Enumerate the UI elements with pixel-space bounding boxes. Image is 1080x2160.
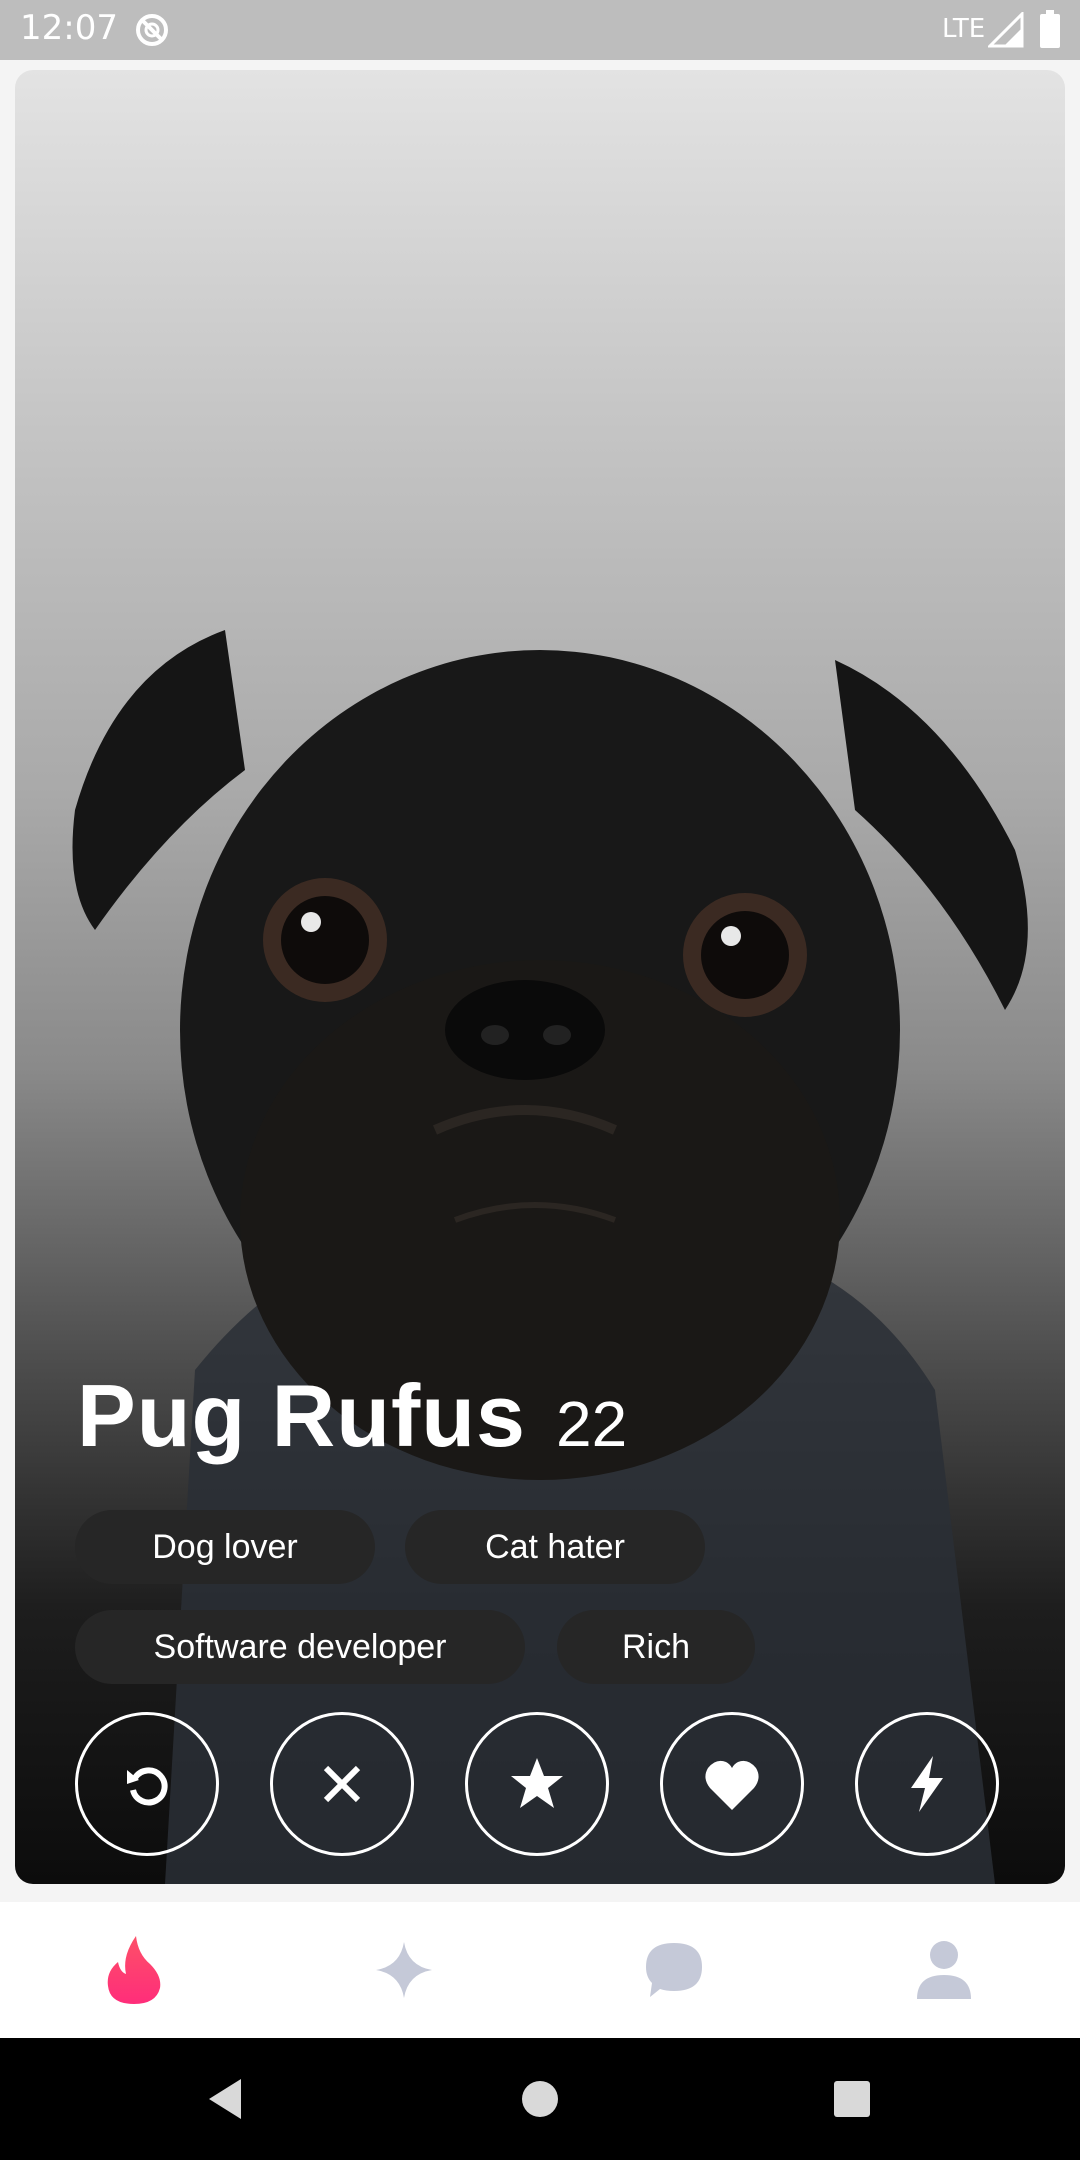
boost-button[interactable]	[855, 1712, 999, 1856]
home-circle-icon	[522, 2081, 558, 2117]
back-icon	[209, 2079, 241, 2119]
tag-chip: Rich	[557, 1610, 755, 1684]
name-row: Pug Rufus 22	[77, 1365, 627, 1467]
profile-name: Pug Rufus	[77, 1366, 526, 1465]
bottom-nav	[0, 1902, 1080, 2038]
nav-home[interactable]	[94, 1930, 174, 2010]
signal-icon	[988, 12, 1024, 48]
profile-age: 22	[555, 1388, 628, 1460]
nav-explore[interactable]	[364, 1930, 444, 2010]
user-icon	[917, 1941, 971, 1999]
heart-icon	[705, 1760, 759, 1810]
system-nav-bar	[0, 2038, 1080, 2160]
back-button[interactable]	[200, 2074, 250, 2124]
recents-button[interactable]	[827, 2074, 877, 2124]
close-icon	[323, 1765, 361, 1803]
home-button[interactable]	[515, 2074, 565, 2124]
nope-button[interactable]	[270, 1712, 414, 1856]
rewind-button[interactable]	[75, 1712, 219, 1856]
tag-chip: Dog lover	[75, 1510, 375, 1584]
super-like-button[interactable]	[465, 1712, 609, 1856]
chat-icon	[646, 1943, 702, 1997]
network-type: LTE	[942, 14, 986, 44]
profile-card[interactable]: Pug Rufus 22 Dog lover Cat hater Software…	[15, 70, 1065, 1884]
nav-profile[interactable]	[904, 1930, 984, 2010]
tag-chip: Cat hater	[405, 1510, 705, 1584]
undo-icon	[127, 1767, 168, 1806]
do-not-disturb-icon	[136, 14, 168, 46]
nav-messages[interactable]	[634, 1930, 714, 2010]
like-button[interactable]	[660, 1712, 804, 1856]
tag-chip: Software developer	[75, 1610, 525, 1684]
battery-icon	[1040, 10, 1060, 48]
status-bar: 12:07 LTE	[0, 0, 1080, 60]
star-icon	[511, 1758, 563, 1808]
recents-icon	[834, 2081, 870, 2117]
flame-icon	[107, 1936, 161, 2004]
status-time: 12:07	[20, 8, 118, 48]
sparkle-icon	[376, 1942, 432, 1998]
lightning-icon	[911, 1756, 943, 1812]
